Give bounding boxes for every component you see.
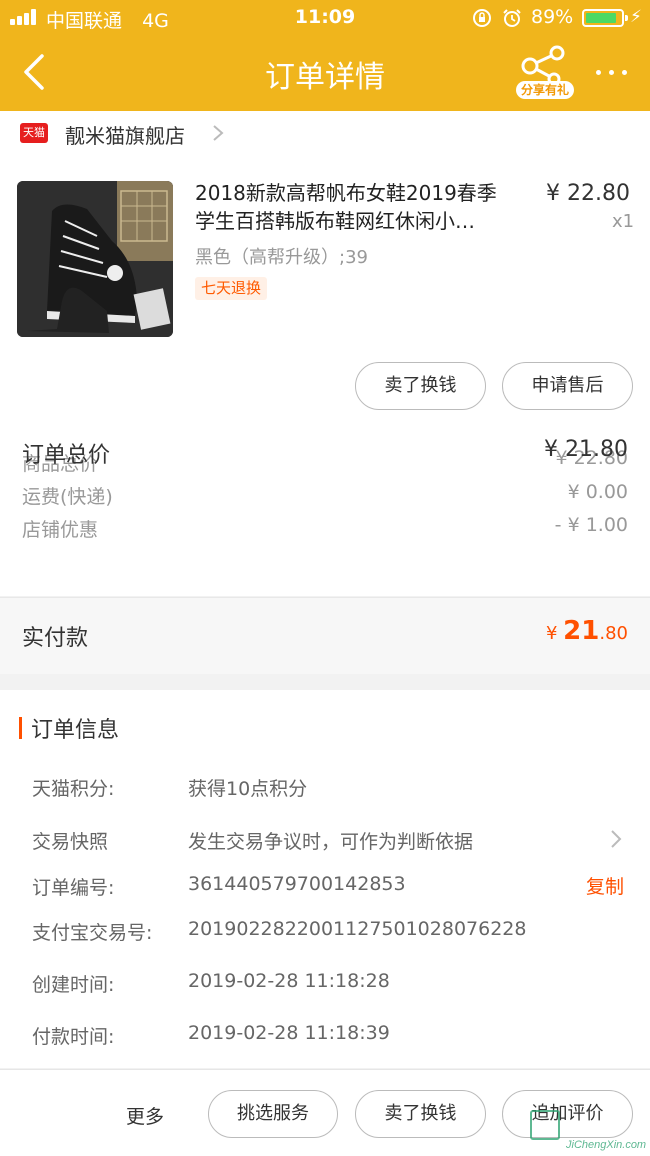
paid-label: 实付款 bbox=[22, 626, 89, 651]
discount-label: 店铺优惠 bbox=[22, 519, 99, 541]
rotation-lock-icon bbox=[473, 9, 491, 27]
share-icon bbox=[521, 45, 565, 84]
created-time-value: 2019-02-28 11:18:28 bbox=[188, 970, 390, 992]
product-sku: 黑色（高帮升级）;39 bbox=[195, 247, 368, 268]
snapshot-label: 交易快照 bbox=[32, 831, 109, 853]
product-title-line1: 2018新款高帮帆布女鞋2019春季 bbox=[195, 181, 497, 205]
order-detail-page: 中国联通 4G 11:09 89% ⚡ 订单详情 分享有礼 天猫 靓米猫旗舰店 … bbox=[0, 0, 650, 1156]
paid-currency: ¥ bbox=[545, 623, 564, 644]
select-service-button[interactable]: 挑选服务 bbox=[208, 1090, 338, 1138]
shop-name[interactable]: 靓米猫旗舰店 bbox=[65, 120, 185, 149]
status-bar: 中国联通 4G 11:09 89% ⚡ bbox=[0, 0, 650, 36]
alipay-number-value: 2019022822001127501028076228 bbox=[188, 918, 527, 940]
snapshot-value: 发生交易争议时，可作为判断依据 bbox=[188, 831, 474, 853]
points-value: 获得10点积分 bbox=[188, 778, 308, 800]
watermark-url: JiChengXin.com bbox=[566, 1139, 647, 1151]
battery-fill bbox=[586, 13, 616, 23]
product-image[interactable] bbox=[17, 181, 173, 337]
paid-integer: 21 bbox=[563, 616, 600, 646]
product-title-line2: 学生百搭韩版布鞋网红休闲小… bbox=[195, 209, 475, 233]
battery-percent: 89% bbox=[531, 6, 574, 28]
sneaker-photo bbox=[17, 181, 173, 337]
alarm-icon bbox=[503, 9, 521, 27]
product-title[interactable]: 2018新款高帮帆布女鞋2019春季 学生百搭韩版布鞋网红休闲小… bbox=[195, 179, 530, 235]
share-button[interactable]: 分享有礼 bbox=[510, 44, 578, 102]
sell-button-bottom[interactable]: 卖了换钱 bbox=[355, 1090, 486, 1138]
after-sale-button[interactable]: 申请售后 bbox=[502, 362, 633, 410]
section-accent-bar bbox=[19, 717, 22, 739]
order-total-value: ¥ 21.80 bbox=[544, 437, 628, 462]
copy-order-number-button[interactable]: 复制 bbox=[586, 872, 624, 899]
battery-icon bbox=[582, 9, 628, 27]
header: 中国联通 4G 11:09 89% ⚡ 订单详情 分享有礼 bbox=[0, 0, 650, 111]
shop-row[interactable]: 天猫 靓米猫旗舰店 bbox=[0, 111, 650, 155]
product-quantity: x1 bbox=[612, 211, 635, 232]
watermark-logo bbox=[530, 1110, 560, 1140]
discount-value: - ¥ 1.00 bbox=[554, 514, 628, 536]
return-policy-badge: 七天退换 bbox=[195, 277, 268, 300]
sell-button[interactable]: 卖了换钱 bbox=[355, 362, 486, 410]
more-actions-button[interactable]: 更多 bbox=[126, 1102, 164, 1129]
shipping-value: ¥ 0.00 bbox=[567, 481, 628, 503]
order-number-label: 订单编号: bbox=[32, 877, 115, 899]
chevron-right-icon bbox=[213, 125, 224, 141]
paid-amount-row: 实付款 ¥ 21.80 bbox=[0, 597, 650, 674]
created-time-label: 创建时间: bbox=[32, 974, 115, 996]
bottom-action-bar: 更多 挑选服务 卖了换钱 追加评价 JiChengXin.com bbox=[0, 1069, 650, 1156]
shipping-label: 运费(快递) bbox=[22, 486, 113, 508]
order-card: 天猫 靓米猫旗舰店 2018新款高帮帆布女鞋2019春季 学生百搭韩版布鞋网红休… bbox=[0, 111, 650, 596]
paid-time-label: 付款时间: bbox=[32, 1026, 115, 1048]
product-price: ¥ 22.80 bbox=[546, 181, 630, 206]
alipay-number-label: 支付宝交易号: bbox=[32, 922, 153, 944]
paid-value: ¥ 21.80 bbox=[546, 616, 628, 646]
charging-icon: ⚡ bbox=[630, 7, 642, 27]
more-menu-button[interactable] bbox=[594, 60, 630, 84]
order-info-title: 订单信息 bbox=[31, 718, 120, 743]
chevron-right-icon bbox=[611, 830, 622, 848]
tmall-logo: 天猫 bbox=[20, 123, 48, 143]
paid-decimal: .80 bbox=[599, 623, 628, 644]
paid-time-value: 2019-02-28 11:18:39 bbox=[188, 1022, 390, 1044]
share-label: 分享有礼 bbox=[516, 81, 574, 99]
order-total-label: 订单总价 bbox=[22, 443, 111, 468]
site-watermark: JiChengXin.com bbox=[530, 1108, 648, 1156]
order-number-value: 361440579700142853 bbox=[188, 873, 406, 895]
points-label: 天猫积分: bbox=[32, 778, 115, 800]
order-info-section: 订单信息 天猫积分: 获得10点积分 交易快照 发生交易争议时，可作为判断依据 … bbox=[0, 690, 650, 1068]
